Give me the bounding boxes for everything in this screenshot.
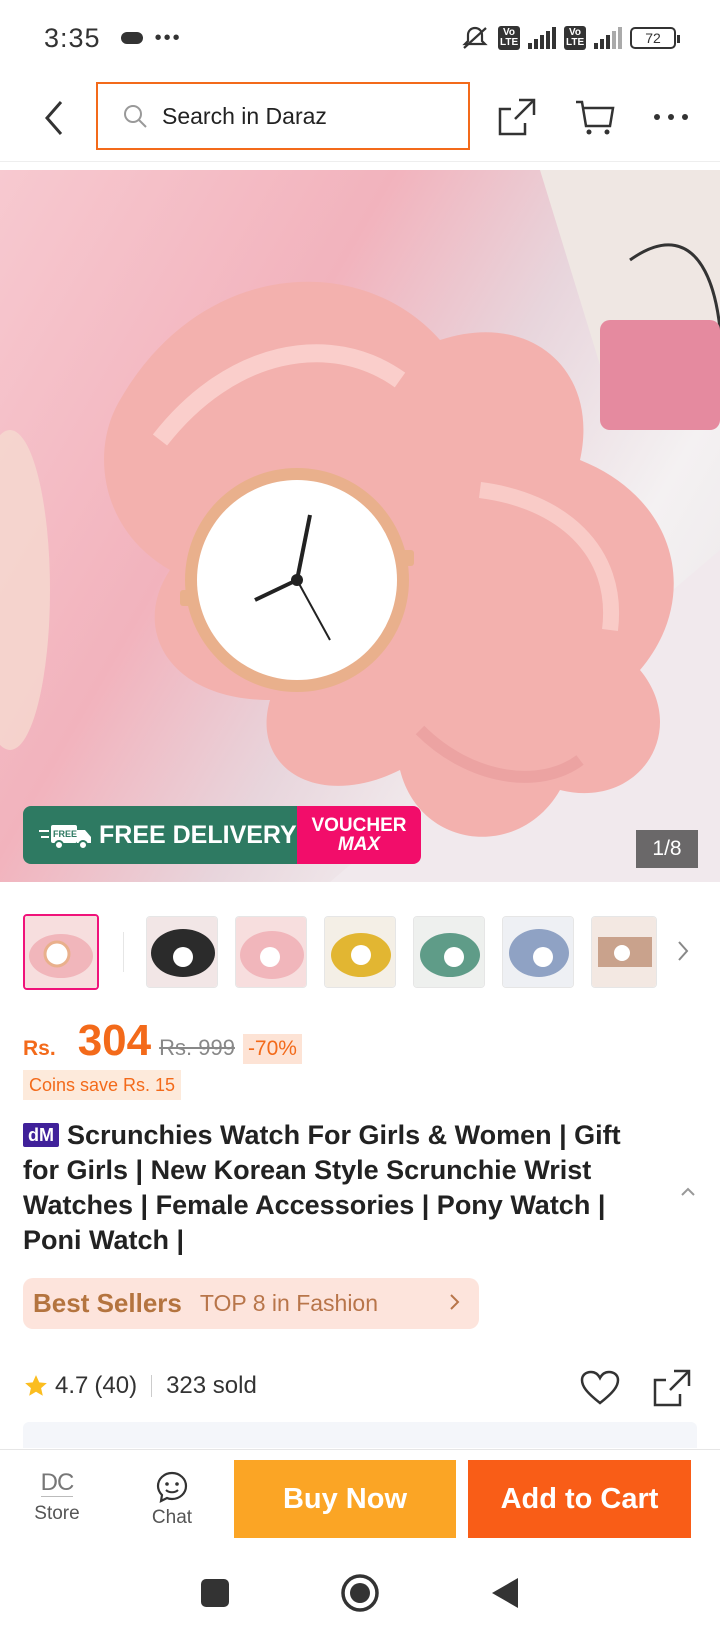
divider — [151, 1375, 153, 1397]
image-counter: 1/8 — [636, 830, 698, 868]
thumbnail-image — [147, 917, 217, 987]
share-icon — [498, 98, 536, 136]
best-sellers-banner[interactable]: Best Sellers TOP 8 in Fashion — [23, 1278, 479, 1329]
chevron-right-icon — [450, 1294, 460, 1310]
chat-button[interactable]: Chat — [132, 1470, 212, 1529]
store-button[interactable]: DC Store — [17, 1470, 97, 1525]
chevron-up-icon — [681, 1187, 695, 1196]
rating-count: (40) — [94, 1372, 138, 1399]
chat-icon — [156, 1471, 188, 1503]
store-badge: dM — [23, 1123, 59, 1147]
thumbnail-2[interactable] — [146, 916, 218, 988]
heart-icon — [580, 1370, 620, 1405]
store-logo-icon: DC — [40, 1469, 74, 1497]
thumbnail-image — [592, 917, 656, 987]
recents-button[interactable] — [200, 1578, 230, 1613]
more-notifications-icon: ••• — [154, 26, 182, 49]
more-options-button[interactable] — [648, 94, 694, 140]
discount-badge: -70% — [242, 1034, 302, 1064]
search-input[interactable]: Search in Daraz — [96, 82, 470, 150]
free-delivery-text: FREE DELIVERY — [99, 820, 297, 849]
sold-count: 323 sold — [166, 1372, 257, 1399]
clock: 3:35 — [44, 22, 101, 53]
battery-level: 72 — [645, 30, 661, 46]
coins-save-badge: Coins save Rs. 15 — [23, 1070, 182, 1100]
free-tag: FREE — [53, 829, 77, 839]
signal-icon — [528, 27, 556, 49]
free-delivery-label: FREE FREE DELIVERY — [23, 806, 297, 864]
home-button[interactable] — [340, 1573, 380, 1618]
bottom-action-bar: DC Store Chat Buy Now Add to Cart — [0, 1449, 720, 1549]
thumbnail-image — [503, 917, 573, 987]
thumbnail-4[interactable] — [324, 916, 396, 988]
home-circle-icon — [341, 1573, 379, 1612]
chevron-right-icon — [678, 941, 689, 961]
system-icons: Vo LTE Vo LTE 72 — [460, 24, 680, 52]
product-title-text: Scrunchies Watch For Girls & Women | Gif… — [23, 1120, 621, 1255]
product-image-gallery[interactable]: FREE FREE DELIVERY VOUCHER MAX 1/8 — [0, 170, 720, 882]
lte-icon: Vo LTE — [498, 26, 520, 50]
buy-now-button[interactable]: Buy Now — [234, 1460, 456, 1538]
thumbnail-3[interactable] — [235, 916, 307, 988]
add-to-cart-button[interactable]: Add to Cart — [468, 1460, 691, 1538]
rating-score: 4.7 — [55, 1372, 89, 1399]
top-header: Search in Daraz — [0, 76, 720, 162]
share-product-button[interactable] — [650, 1366, 694, 1410]
back-nav-button[interactable] — [490, 1576, 520, 1615]
star-icon — [25, 1375, 47, 1396]
search-placeholder: Search in Daraz — [162, 102, 327, 129]
share-button[interactable] — [494, 94, 540, 140]
thumbnail-image — [414, 917, 484, 987]
lte-icon: Vo LTE — [564, 26, 586, 50]
current-price: 304 — [77, 1016, 152, 1065]
product-title: dM Scrunchies Watch For Girls & Women | G… — [23, 1118, 663, 1258]
battery-icon: 72 — [630, 27, 680, 49]
best-sellers-rank: TOP 8 in Fashion — [199, 1290, 379, 1316]
max-text: MAX — [337, 834, 381, 855]
status-bar: 3:35 ••• Vo LTE Vo LTE 72 — [0, 0, 720, 76]
signal-icon — [594, 27, 622, 49]
thumbnail-strip — [0, 912, 720, 992]
square-icon — [201, 1578, 229, 1607]
thumbnail-image — [236, 917, 306, 987]
chat-label: Chat — [151, 1507, 193, 1528]
currency: Rs. — [23, 1037, 56, 1060]
triangle-back-icon — [492, 1577, 518, 1608]
thumbnail-5[interactable] — [413, 916, 485, 988]
thumbnail-6[interactable] — [502, 916, 574, 988]
share-icon — [653, 1369, 691, 1407]
cloud-icon — [120, 32, 143, 44]
thumbnail-next-button[interactable] — [676, 940, 690, 967]
best-sellers-label: Best Sellers — [33, 1288, 182, 1318]
search-icon — [124, 105, 147, 128]
system-navigation-bar — [0, 1550, 720, 1640]
product-photo — [0, 170, 720, 882]
voucher-text: VOUCHER — [311, 815, 407, 836]
thumbnail-divider — [123, 932, 124, 972]
thumbnail-1[interactable] — [23, 914, 99, 990]
collapse-title-button[interactable] — [676, 1180, 700, 1204]
next-section-peek — [23, 1422, 697, 1448]
original-price: Rs. 999 — [159, 1035, 235, 1060]
cart-icon — [576, 100, 615, 135]
vibrate-mute-icon — [462, 26, 488, 49]
free-delivery-banner: FREE FREE DELIVERY VOUCHER MAX — [23, 806, 421, 864]
delivery-truck-icon: FREE — [39, 825, 91, 850]
cart-button[interactable] — [572, 94, 618, 140]
more-dots-icon — [654, 114, 688, 120]
thumbnail-image — [325, 917, 395, 987]
wishlist-button[interactable] — [578, 1366, 622, 1410]
back-button[interactable] — [34, 98, 74, 138]
thumbnail-7[interactable] — [591, 916, 657, 988]
rating-row[interactable]: 4.7 (40) 323 sold — [23, 1372, 257, 1400]
store-label: Store — [34, 1503, 80, 1524]
voucher-max-badge: VOUCHER MAX — [297, 806, 421, 864]
chevron-left-icon — [45, 101, 63, 135]
thumbnail-image — [25, 916, 97, 988]
price-row: Rs. 304 Rs. 999 -70% — [23, 1016, 302, 1066]
